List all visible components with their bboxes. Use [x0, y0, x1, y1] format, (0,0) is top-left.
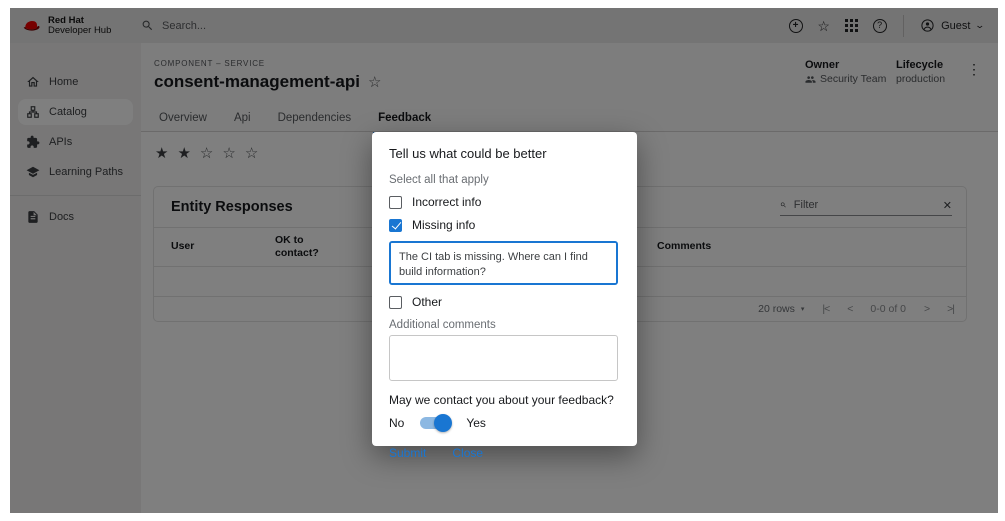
modal-actions: Submit Close	[389, 446, 620, 460]
toggle-yes-label: Yes	[466, 416, 486, 430]
option-missing-info[interactable]: Missing info	[389, 218, 620, 232]
checkbox-icon[interactable]	[389, 196, 402, 209]
additional-comments-label: Additional comments	[389, 319, 620, 331]
submit-button[interactable]: Submit	[389, 446, 426, 460]
modal-title: Tell us what could be better	[389, 146, 620, 161]
modal-subtitle: Select all that apply	[389, 174, 620, 186]
missing-info-textarea[interactable]: The CI tab is missing. Where can I find …	[389, 241, 618, 285]
feedback-modal: Tell us what could be better Select all …	[372, 132, 637, 446]
contact-toggle[interactable]	[420, 417, 450, 429]
contact-toggle-row: No Yes	[389, 416, 620, 430]
toggle-knob	[434, 414, 452, 432]
toggle-no-label: No	[389, 416, 404, 430]
close-button[interactable]: Close	[452, 446, 483, 460]
contact-question: May we contact you about your feedback?	[389, 393, 620, 407]
option-other[interactable]: Other	[389, 295, 620, 309]
option-incorrect-info[interactable]: Incorrect info	[389, 195, 620, 209]
additional-comments-textarea[interactable]	[389, 335, 618, 381]
checkbox-icon[interactable]	[389, 296, 402, 309]
checkbox-icon[interactable]	[389, 219, 402, 232]
